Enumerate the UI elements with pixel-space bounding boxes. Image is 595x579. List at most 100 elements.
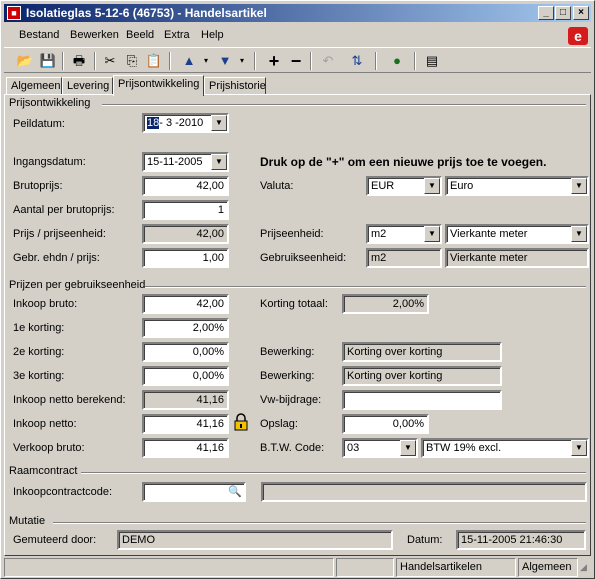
brand-logo-icon: e	[568, 27, 588, 45]
status-bar: Handelsartikelen Algemeen ◢	[4, 558, 591, 577]
tab-panel: Prijsontwikkeling Peildatum: 18- 3 -2010…	[4, 94, 591, 556]
valuta-label: Valuta:	[260, 180, 294, 192]
globe-icon[interactable]: ●	[386, 51, 408, 71]
inkoop-netto-field[interactable]: 41,16	[142, 414, 229, 434]
status-panel-tab: Algemeen	[518, 558, 578, 577]
aantal-label: Aantal per brutoprijs:	[13, 204, 115, 216]
group-title-raamcontract: Raamcontract	[9, 465, 78, 477]
korting-totaal-label: Korting totaal:	[260, 298, 328, 310]
valuta-code: EUR	[371, 180, 395, 192]
toolbar: 📂 💾 🖶 ✂ ⎘ 📋 ▲ ▾ ▼ ▾ + − ↶ ⇅ ● ▤	[4, 47, 591, 73]
group-title-mutatie: Mutatie	[9, 515, 46, 527]
inkoop-netto-label: Inkoop netto:	[13, 418, 77, 430]
menu-help[interactable]: Help	[201, 29, 224, 41]
cut-icon[interactable]: ✂	[99, 51, 121, 71]
chevron-down-icon[interactable]: ▼	[211, 154, 227, 170]
peildatum-day: 18	[147, 117, 160, 129]
next-dropdown-icon[interactable]: ▾	[231, 51, 253, 71]
menu-extra[interactable]: Extra	[164, 29, 190, 41]
maximize-button[interactable]: □	[555, 6, 571, 20]
minimize-button[interactable]: _	[538, 6, 554, 20]
peildatum-rest: - 3 -2010	[159, 117, 204, 129]
valuta-name-select[interactable]: Euro ▼	[445, 176, 589, 196]
menu-beeld[interactable]: Beeld	[126, 29, 154, 41]
window-title: Isolatieglas 5-12-6 (46753) - Handelsart…	[26, 6, 267, 20]
opslag-label: Opslag:	[260, 418, 298, 430]
group-title-prijsontwikkeling: Prijsontwikkeling	[9, 97, 91, 109]
app-icon: ■	[7, 6, 21, 20]
prijseenheid-code: m2	[371, 228, 387, 240]
bewerking3-field: Korting over korting	[342, 366, 502, 386]
vw-bijdrage-label: Vw-bijdrage:	[260, 394, 322, 406]
resize-grip-icon[interactable]: ◢	[580, 562, 587, 573]
prijseenheid-name: Vierkante meter	[450, 228, 528, 240]
paste-icon[interactable]: 📋	[143, 51, 165, 71]
open-folder-icon[interactable]: 📂	[14, 51, 36, 71]
tab-prijsontwikkeling[interactable]: Prijsontwikkeling	[113, 75, 204, 96]
group-title-gebruik: Prijzen per gebruikseenheid	[9, 279, 146, 291]
copy-icon[interactable]: ⎘	[121, 51, 143, 71]
aantal-field[interactable]: 1	[142, 200, 229, 220]
status-panel-1	[4, 558, 334, 577]
vw-bijdrage-field[interactable]	[342, 390, 502, 410]
chevron-down-icon[interactable]: ▼	[424, 226, 440, 242]
menu-bestand[interactable]: Bestand	[19, 29, 59, 41]
remove-icon[interactable]: −	[285, 51, 307, 71]
save-icon[interactable]: 💾	[37, 51, 59, 71]
opslag-field[interactable]: 0,00%	[342, 414, 429, 434]
valuta-name: Euro	[450, 180, 474, 192]
inkoopcontractcode-field[interactable]: 🔍	[142, 482, 246, 502]
divider	[145, 286, 586, 288]
menu-bar: Bestand Bewerken Beeld Extra Help	[4, 26, 591, 46]
bewerking2-label: Bewerking:	[260, 346, 315, 358]
refresh-icon[interactable]: ⇅	[346, 51, 368, 71]
chevron-down-icon[interactable]: ▼	[400, 440, 416, 456]
prijseenheid-code-select[interactable]: m2 ▼	[366, 224, 442, 244]
gebruikseenheid-code: m2	[366, 248, 442, 268]
print-icon[interactable]: 🖶	[68, 51, 90, 71]
hint-text: Druk op de "+" om een nieuwe prijs toe t…	[260, 155, 547, 169]
status-panel-module: Handelsartikelen	[396, 558, 516, 577]
search-icon[interactable]: 🔍	[228, 484, 242, 500]
chevron-down-icon[interactable]: ▼	[571, 440, 587, 456]
valuta-code-select[interactable]: EUR ▼	[366, 176, 442, 196]
peildatum-picker[interactable]: 18- 3 -2010 ▼	[142, 113, 229, 133]
menu-bewerken[interactable]: Bewerken	[70, 29, 119, 41]
gebruikseenheid-name: Vierkante meter	[445, 248, 589, 268]
korting3-field[interactable]: 0,00%	[142, 366, 229, 386]
btw-code-select[interactable]: 03 ▼	[342, 438, 418, 458]
undo-icon[interactable]: ↶	[317, 51, 339, 71]
prijseenheid-name-select[interactable]: Vierkante meter ▼	[445, 224, 589, 244]
chevron-down-icon[interactable]: ▼	[571, 226, 587, 242]
ingangsdatum-select[interactable]: 15-11-2005 ▼	[142, 152, 229, 172]
tab-prijshistorie[interactable]: Prijshistorie	[204, 77, 266, 95]
chevron-down-icon[interactable]: ▼	[211, 115, 227, 131]
toolbar-separator	[310, 52, 312, 70]
toolbar-separator	[254, 52, 256, 70]
korting2-field[interactable]: 0,00%	[142, 342, 229, 362]
close-button[interactable]: ×	[573, 6, 589, 20]
inkoop-bruto-field[interactable]: 42,00	[142, 294, 229, 314]
tab-algemeen[interactable]: Algemeen	[6, 77, 62, 95]
btw-name-select[interactable]: BTW 19% excl. ▼	[421, 438, 589, 458]
add-icon[interactable]: +	[263, 51, 285, 71]
brutoprijs-label: Brutoprijs:	[13, 180, 63, 192]
gebr-field[interactable]: 1,00	[142, 248, 229, 268]
contract-description-field	[261, 482, 587, 502]
btw-code: 03	[347, 442, 360, 454]
main-window: ■ Isolatieglas 5-12-6 (46753) - Handelsa…	[0, 0, 595, 579]
netto-berekend-label: Inkoop netto berekend:	[13, 394, 126, 406]
netto-berekend-field: 41,16	[142, 390, 229, 410]
ingangsdatum-label: Ingangsdatum:	[13, 156, 86, 168]
verkoop-bruto-field[interactable]: 41,16	[142, 438, 229, 458]
chevron-down-icon[interactable]: ▼	[424, 178, 440, 194]
ingangsdatum-value: 15-11-2005	[147, 156, 203, 168]
korting1-field[interactable]: 2,00%	[142, 318, 229, 338]
window-layout-icon[interactable]: ▤	[421, 51, 443, 71]
gebruikseenheid-label: Gebruikseenheid:	[260, 252, 347, 264]
lock-icon[interactable]	[233, 413, 249, 431]
btw-label: B.T.W. Code:	[260, 442, 325, 454]
chevron-down-icon[interactable]: ▼	[571, 178, 587, 194]
tab-levering[interactable]: Levering	[62, 77, 113, 95]
brutoprijs-field[interactable]: 42,00	[142, 176, 229, 196]
